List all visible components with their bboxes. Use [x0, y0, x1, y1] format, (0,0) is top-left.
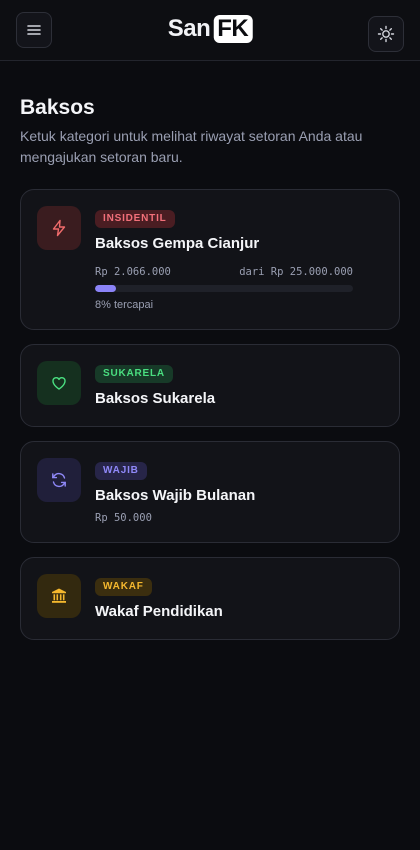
category-card-wakaf-pendidikan[interactable]: WAKAF Wakaf Pendidikan [20, 557, 400, 640]
category-card-baksos-gempa-cianjur[interactable]: INSIDENTIL Baksos Gempa Cianjur Rp 2.066… [20, 189, 400, 330]
theme-toggle-button[interactable] [368, 16, 404, 52]
fixed-amount: Rp 50.000 [95, 512, 152, 524]
category-title: Baksos Sukarela [95, 390, 216, 407]
category-badge: WAJIB [95, 462, 147, 480]
category-card-baksos-wajib-bulanan[interactable]: WAJIB Baksos Wajib Bulanan Rp 50.000 [20, 441, 400, 543]
progress-label: 8% tercapai [95, 299, 154, 311]
lightning-icon [52, 219, 66, 237]
hamburger-icon [27, 25, 41, 35]
category-icon-box [37, 361, 81, 405]
category-badge: INSIDENTIL [95, 210, 175, 228]
logo-box: FK [213, 15, 253, 43]
app-logo[interactable]: San FK [168, 15, 253, 43]
sun-icon [377, 25, 395, 43]
app-header: San FK [0, 0, 420, 61]
logo-text: San [167, 15, 211, 42]
category-badge: SUKARELA [95, 365, 173, 383]
page-subtitle: Ketuk kategori untuk melihat riwayat set… [20, 128, 363, 165]
collected-amount: Rp 2.066.000 [95, 266, 171, 278]
heart-icon [52, 377, 66, 390]
category-badge: WAKAF [95, 578, 152, 596]
category-icon-box [37, 206, 81, 250]
category-card-baksos-sukarela[interactable]: SUKARELA Baksos Sukarela [20, 344, 400, 427]
page-title: Baksos [20, 96, 95, 119]
menu-button[interactable] [16, 12, 52, 48]
bank-icon [52, 588, 66, 603]
category-icon-box [37, 574, 81, 618]
refresh-icon [52, 472, 66, 488]
progress-bar [95, 285, 353, 292]
category-icon-box [37, 458, 81, 502]
target-amount: dari Rp 25.000.000 [239, 266, 353, 278]
category-title: Baksos Gempa Cianjur [95, 235, 260, 252]
progress-fill [95, 285, 116, 292]
category-title: Wakaf Pendidikan [95, 603, 223, 620]
category-title: Baksos Wajib Bulanan [95, 487, 256, 504]
